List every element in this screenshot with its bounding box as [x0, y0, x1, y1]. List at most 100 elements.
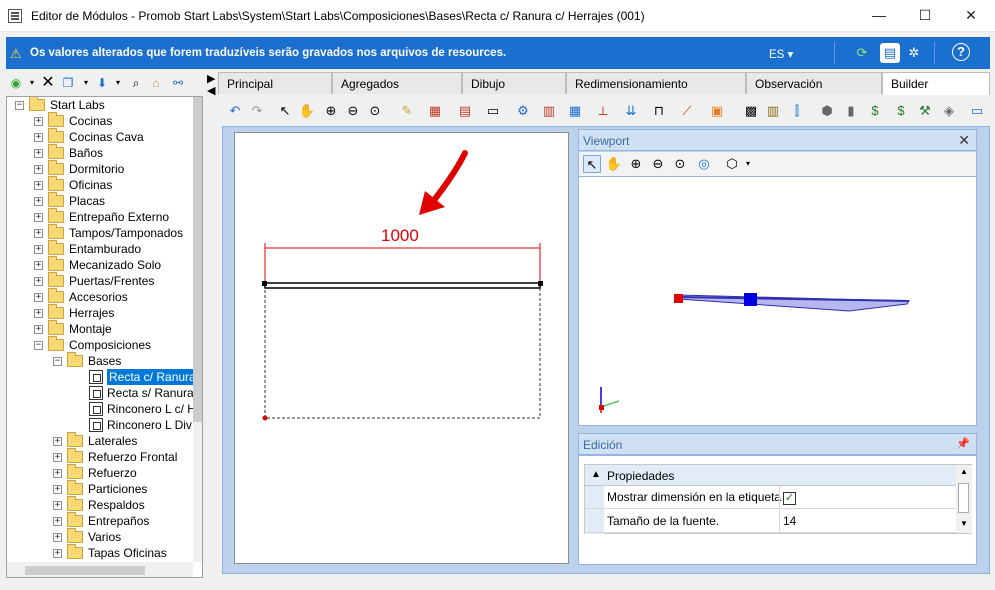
texture-icon[interactable]: ▥ [764, 102, 782, 120]
hardware-icon[interactable]: ⚙ [514, 102, 532, 120]
property-row[interactable]: Tamaño de la fuente. 14 [585, 510, 956, 533]
box-icon[interactable]: ⬢ [818, 102, 836, 120]
close-button[interactable]: ✕ [948, 0, 994, 31]
new-sheet-icon[interactable]: ✎ [398, 102, 416, 120]
pan-icon[interactable]: ✋ [605, 155, 623, 173]
align-icon[interactable]: ⇊ [622, 102, 640, 120]
collapse-toggle[interactable]: − [15, 101, 24, 110]
expand-toggle[interactable]: + [53, 453, 62, 462]
window-icon[interactable]: ▭ [968, 102, 986, 120]
expand-toggle[interactable]: + [34, 133, 43, 142]
handle-right[interactable] [538, 281, 543, 286]
link-icon[interactable]: ⚯ [170, 75, 186, 91]
dropdown-icon[interactable]: ▾ [78, 75, 94, 91]
expand-toggle[interactable]: + [34, 245, 43, 254]
tool-icon[interactable]: ⟂ [594, 102, 612, 120]
scroll-up-icon[interactable]: ▲ [960, 467, 968, 476]
orbit-icon[interactable]: ◎ [695, 155, 713, 173]
grid-icon[interactable]: ▦ [566, 102, 584, 120]
tab-observacion[interactable]: Observación [746, 72, 882, 94]
price-icon[interactable]: $ [866, 102, 884, 120]
folder-search-icon[interactable]: ⌂ [148, 75, 164, 91]
color-icon[interactable]: ▣ [708, 102, 726, 120]
property-category[interactable]: ▲ Propiedades [585, 465, 956, 486]
tree-hscroll-thumb[interactable] [25, 566, 145, 575]
property-scrollbar[interactable]: ▲ ▼ [956, 465, 972, 533]
frame-icon[interactable]: ▭ [484, 102, 502, 120]
expand-toggle[interactable]: + [34, 325, 43, 334]
pointer-icon[interactable]: ↖ [583, 155, 601, 173]
zoom-in-icon[interactable]: ⊕ [627, 155, 645, 173]
maximize-button[interactable]: ☐ [902, 0, 948, 31]
expand-toggle[interactable]: + [34, 197, 43, 206]
property-value[interactable]: ✓ [779, 486, 956, 509]
collapse-toggle[interactable]: − [34, 341, 43, 350]
panel-icon[interactable]: ▤ [880, 43, 900, 63]
expand-toggle[interactable]: + [53, 517, 62, 526]
property-grid[interactable]: ▲ Propiedades Mostrar dimensión en la et… [584, 464, 972, 534]
split-icon[interactable]: ⫿ [788, 102, 806, 120]
help-icon[interactable]: ? [952, 43, 970, 61]
tree-scroll-thumb[interactable] [193, 97, 202, 422]
expand-toggle[interactable]: + [53, 501, 62, 510]
piece-icon[interactable]: ▦ [426, 102, 444, 120]
money-icon[interactable]: $ [892, 102, 910, 120]
property-value[interactable]: 14 [779, 510, 956, 533]
expand-toggle[interactable]: + [34, 149, 43, 158]
scroll-thumb[interactable] [958, 483, 969, 513]
language-selector[interactable]: ES ▾ [769, 47, 793, 61]
shelf-icon[interactable]: ▥ [540, 102, 558, 120]
delete-icon[interactable]: ✕ [40, 75, 56, 91]
expand-toggle[interactable]: + [53, 485, 62, 494]
viewport-close-button[interactable]: ✕ [958, 132, 970, 149]
pointer-icon[interactable]: ↖ [276, 102, 294, 120]
expand-toggle[interactable]: + [53, 437, 62, 446]
board-piece[interactable] [264, 282, 541, 289]
handle-left[interactable] [262, 281, 267, 286]
3d-handle-red[interactable] [674, 294, 683, 303]
expand-toggle[interactable]: + [53, 469, 62, 478]
expand-toggle[interactable]: + [34, 261, 43, 270]
dropdown-icon[interactable]: ▾ [739, 155, 757, 173]
image-icon[interactable]: ▩ [742, 102, 760, 120]
expand-toggle[interactable]: + [34, 117, 43, 126]
redo-icon[interactable]: ↷ [248, 102, 266, 120]
undo-icon[interactable]: ↶ [226, 102, 244, 120]
cabinet-icon[interactable]: ▮ [842, 102, 860, 120]
collapse-toggle[interactable]: − [53, 357, 62, 366]
binoculars-icon[interactable]: ⌕ [128, 75, 144, 91]
expand-toggle[interactable]: + [34, 309, 43, 318]
pin-icon[interactable]: 📌 [956, 437, 970, 450]
dimension-icon[interactable]: ⊓ [650, 102, 668, 120]
checkbox[interactable]: ✓ [783, 492, 796, 505]
property-row[interactable]: Mostrar dimensión en la etiqueta ✓ [585, 486, 956, 509]
expand-toggle[interactable]: + [34, 277, 43, 286]
tab-builder[interactable]: Builder [882, 72, 990, 95]
expand-toggle[interactable]: + [53, 533, 62, 542]
zoom-fit-icon[interactable]: ⊙ [671, 155, 689, 173]
splitter-arrow-icon[interactable]: ◀ [207, 84, 215, 97]
tab-redimensionamiento[interactable]: Redimensionamiento [566, 72, 746, 94]
expand-toggle[interactable]: + [34, 213, 43, 222]
expand-toggle[interactable]: + [34, 293, 43, 302]
expand-toggle[interactable]: + [34, 181, 43, 190]
expand-toggle[interactable]: + [34, 165, 43, 174]
zoom-fit-icon[interactable]: ⊙ [366, 102, 384, 120]
panel-icon[interactable]: ▤ [456, 102, 474, 120]
tab-dibujo[interactable]: Dibujo [462, 72, 566, 94]
zoom-out-icon[interactable]: ⊖ [344, 102, 362, 120]
collapse-icon[interactable]: ▲ [591, 469, 601, 480]
expand-toggle[interactable]: + [34, 229, 43, 238]
zoom-in-icon[interactable]: ⊕ [322, 102, 340, 120]
tab-agregados[interactable]: Agregados [332, 72, 462, 94]
module-outline[interactable] [264, 282, 541, 419]
copy-icon[interactable]: ❐ [60, 75, 76, 91]
tag-icon[interactable]: ◈ [940, 102, 958, 120]
zoom-out-icon[interactable]: ⊖ [649, 155, 667, 173]
viewport-3d[interactable] [578, 176, 977, 426]
assembly-icon[interactable]: ⚒ [916, 102, 934, 120]
3d-handle-blue[interactable] [744, 293, 757, 306]
refresh-icon[interactable]: ⟳ [852, 43, 872, 63]
dropdown-icon[interactable]: ▾ [24, 75, 40, 91]
scroll-down-icon[interactable]: ▼ [960, 519, 968, 528]
